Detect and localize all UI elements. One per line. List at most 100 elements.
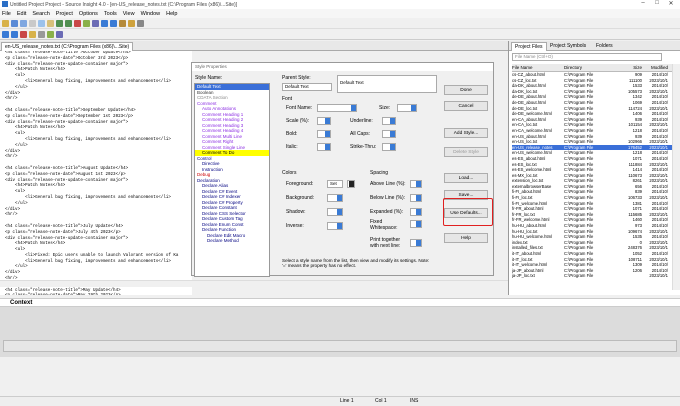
menu-edit[interactable]: Edit [17,11,26,17]
cancel-button[interactable]: Cancel [444,101,488,111]
relation-icon[interactable] [38,30,45,38]
column-directory[interactable]: Directory [564,64,620,71]
strikethru-label: Strike-Thru: [350,144,377,150]
file-tab[interactable]: en-US_release_notes.txt (C:\Program File… [1,42,134,51]
done-button[interactable]: Done [444,85,488,95]
size-select[interactable] [397,104,417,112]
print-together-select[interactable] [410,239,422,247]
context-scroll-area[interactable] [3,340,677,352]
style-list-item[interactable]: Declare Method [195,238,269,244]
close-button[interactable]: ✕ [664,0,678,9]
paste-icon[interactable] [47,19,54,27]
code-line: <li>General bug fixing, improvements and… [5,259,171,264]
layout-icon[interactable] [56,30,63,38]
redo-icon[interactable] [65,19,72,27]
delete-style-button[interactable]: Delete Style [444,147,488,157]
replace-icon[interactable] [83,19,90,27]
style-name-list[interactable]: Default Text Boolean CDATA Section Comment A… [194,83,270,277]
print-together-label: Print together with next line: [370,237,401,249]
tab-folders[interactable]: Folders [593,42,616,51]
nav-forward-icon[interactable] [11,30,18,38]
save-all-icon[interactable] [20,19,27,27]
column-modified[interactable]: Modified [642,64,670,71]
fixed-whitespace-select[interactable] [410,220,422,228]
file-name-filter-input[interactable]: File Name (Ctrl+O) [512,53,662,61]
dialog-title: Style Properties [192,63,493,71]
font-name-select[interactable] [317,104,357,112]
background-select[interactable] [327,194,343,202]
menu-window[interactable]: Window [141,11,161,17]
table-cell: ja-JP_loc.txt [512,273,535,279]
toolbar-secondary [0,29,680,40]
back-icon[interactable] [101,19,108,27]
menu-bar: File Edit Search Project Options Tools V… [0,9,680,18]
tab-project-symbols[interactable]: Project Symbols [547,42,589,51]
context-icon[interactable] [47,30,54,38]
parent-style-label: Parent Style: [282,75,311,81]
italic-select[interactable] [317,143,331,151]
add-style-button[interactable]: Add Style... [444,128,488,138]
status-line: Line 1 [340,398,354,404]
expanded-select[interactable] [410,208,422,216]
vertical-scrollbar[interactable] [672,64,680,290]
shadow-select[interactable] [327,208,343,216]
scale-select[interactable] [317,117,331,125]
menu-view[interactable]: View [123,11,135,17]
column-size[interactable]: Size [620,64,642,71]
symbol-icon[interactable] [119,19,126,27]
foreground-label: Foreground: [286,181,314,187]
window-title: Untitled Project Project - Source Insigh… [10,1,238,8]
bookmark-icon[interactable] [92,19,99,27]
inverse-select[interactable] [327,222,343,230]
above-line-select[interactable] [410,180,422,188]
code-line: <li>General bug fixing, improvements and… [5,137,171,142]
cut-icon[interactable] [29,19,36,27]
size-label: Size: [379,105,391,111]
copy-icon[interactable] [38,19,45,27]
side-panel-tabs: Project Files Project Symbols Folders [509,41,680,51]
allcaps-select[interactable] [382,130,396,138]
minimize-button[interactable]: – [636,0,650,9]
menu-tools[interactable]: Tools [104,11,117,17]
font-group-label: Font [282,96,293,102]
context-panel-header: Context [0,298,680,307]
nav-back-icon[interactable] [2,30,9,38]
table-body: cs-CZ_about.html C:\Program File 909 2014/1… [512,72,672,279]
style-preview: Default Text [337,75,437,93]
menu-project[interactable]: Project [56,11,73,17]
strikethru-select[interactable] [382,143,396,151]
jump-icon[interactable] [20,30,27,38]
project-icon[interactable] [128,19,135,27]
tab-project-files[interactable]: Project Files [511,42,547,51]
settings-icon[interactable] [137,19,144,27]
fixed-whitespace-label: Fixed Whitespace: [370,219,398,231]
column-file-name[interactable]: File Name [512,64,564,71]
menu-file[interactable]: File [2,11,11,17]
menu-help[interactable]: Help [166,11,177,17]
parent-style-field[interactable]: Default Text [282,83,332,91]
forward-icon[interactable] [110,19,117,27]
save-icon[interactable] [11,19,18,27]
horizontal-scrollbar[interactable] [0,280,508,287]
open-folder-icon[interactable] [2,19,9,27]
table-row[interactable]: ja-JP_loc.txt C:\Program File 2023/10/1 [512,273,672,279]
load-button[interactable]: Load... [444,173,488,183]
status-col: Col 1 [375,398,387,404]
app-icon [2,1,8,7]
browse-icon[interactable] [29,30,36,38]
menu-options[interactable]: Options [79,11,98,17]
maximize-button[interactable]: □ [650,0,664,9]
foreground-value[interactable]: Set [327,180,343,188]
undo-icon[interactable] [56,19,63,27]
bold-select[interactable] [317,130,331,138]
help-button[interactable]: Help [444,233,488,243]
title-bar: Untitled Project Project - Source Insigh… [0,0,680,9]
code-line: <li>Fixed: Epic users unable to launch V… [5,253,179,258]
context-title: Context [10,300,33,306]
code-editor[interactable]: <h4 class="release-note-title">October U… [0,51,192,295]
below-line-select[interactable] [410,194,422,202]
menu-search[interactable]: Search [32,11,49,17]
underline-select[interactable] [382,117,396,125]
foreground-color-picker[interactable] [347,180,355,188]
search-icon[interactable] [74,19,81,27]
